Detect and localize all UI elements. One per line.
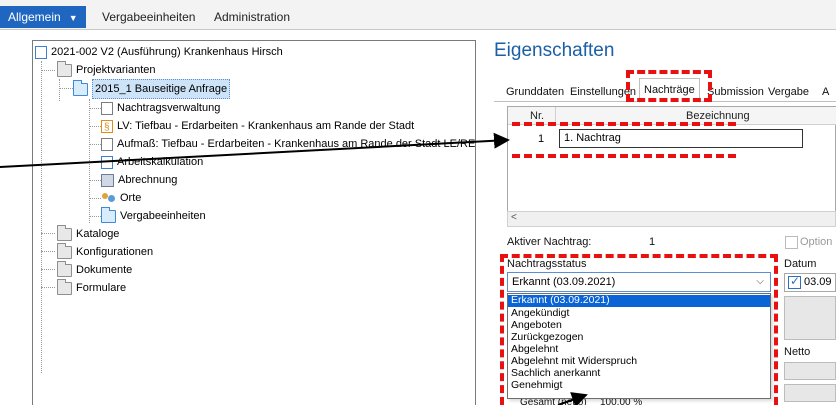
ribbon-tab-administration[interactable]: Administration	[208, 7, 296, 27]
option-checkbox[interactable]	[785, 236, 798, 249]
tree-item-label: Arbeitskalkulation	[117, 156, 204, 169]
tree-connector	[89, 216, 101, 217]
tree-connector	[41, 70, 55, 71]
datum-field[interactable]: 03.09	[784, 273, 836, 292]
tree-connector	[89, 126, 101, 127]
tree-connector	[59, 88, 73, 89]
project-icon	[35, 45, 47, 59]
folder-icon	[57, 278, 72, 295]
tree-connector	[59, 79, 60, 101]
tree-item-label: Abrechnung	[118, 174, 178, 187]
tree-connector	[41, 287, 55, 288]
tree-item-project[interactable]: 2021-002 V2 (Ausführung) Krankenhaus Hir…	[35, 43, 283, 61]
tree-item-label: Projektvarianten	[76, 64, 156, 77]
tab-vergabe[interactable]: Vergabe	[764, 82, 813, 102]
tree-item-projektvarianten[interactable]: Projektvarianten	[57, 60, 156, 79]
billing-icon	[101, 173, 114, 187]
aufmass-icon	[101, 137, 113, 151]
tree-item-label: 2021-002 V2 (Ausführung) Krankenhaus Hir…	[51, 46, 283, 59]
tree-item-aufmass[interactable]: Aufmaß: Tiefbau - Erdarbeiten - Krankenh…	[101, 135, 475, 153]
tree-item-label: Orte	[120, 192, 142, 205]
tree-item-lv[interactable]: LV: Tiefbau - Erdarbeiten - Krankenhaus …	[101, 117, 415, 137]
tree-connector	[41, 233, 55, 234]
aktiver-nachtrag-value: 1	[649, 236, 656, 248]
netto-label: Netto	[784, 346, 811, 358]
tree-connector	[89, 99, 90, 223]
tree-item-formulare[interactable]: Formulare	[57, 278, 127, 297]
annotation-box-nachtrag-row	[512, 122, 736, 158]
folder-icon	[57, 242, 72, 259]
people-icon	[101, 192, 116, 205]
tree-connector	[89, 162, 101, 163]
ribbon-tab-vergabeeinheiten[interactable]: Vergabeeinheiten	[96, 7, 201, 27]
tree-connector	[41, 269, 55, 270]
tree-item-label: 2015_1 Bauseitige Anfrage	[92, 79, 231, 99]
aktiver-nachtrag-label: Aktiver Nachtrag:	[507, 236, 592, 248]
tree-connector	[89, 144, 101, 145]
variant-icon	[73, 79, 88, 96]
tree-item-label: Nachtragsverwaltung	[117, 102, 221, 115]
tree-item-nachtragsverwaltung[interactable]: Nachtragsverwaltung	[101, 99, 220, 117]
datum-label: Datum	[784, 258, 817, 270]
scroll-left-icon[interactable]: <	[511, 212, 517, 223]
tree-item-konfigurationen[interactable]: Konfigurationen	[57, 242, 154, 261]
tree-connector	[41, 251, 55, 252]
datum-checkbox[interactable]	[788, 274, 801, 289]
folder-icon	[57, 260, 72, 277]
netto-field[interactable]	[784, 362, 836, 380]
tree-item-label: Vergabeeinheiten	[120, 210, 206, 223]
tree-item-vergabeeinheiten[interactable]: Vergabeeinheiten	[101, 206, 206, 225]
annotation-box-status-dropdown	[500, 254, 778, 405]
tree-item-label: Dokumente	[76, 264, 133, 277]
document-edit-icon	[101, 101, 113, 115]
tree-connector	[89, 180, 101, 181]
lv-document-icon	[101, 119, 113, 137]
tree-connector	[89, 108, 101, 109]
netto-field[interactable]	[784, 384, 836, 402]
tree-item-dokumente[interactable]: Dokumente	[57, 260, 133, 279]
chevron-down-icon[interactable]: ▼	[69, 7, 78, 29]
calculation-icon	[101, 155, 113, 169]
folder-icon	[57, 60, 72, 77]
tree-item-abrechnung[interactable]: Abrechnung	[101, 171, 177, 189]
project-tree[interactable]: 2021-002 V2 (Ausführung) Krankenhaus Hir…	[32, 40, 476, 405]
tab-grunddaten[interactable]: Grunddaten	[502, 82, 568, 102]
ribbon-tab-label: Allgemein	[8, 10, 61, 24]
ribbon-tab-allgemein[interactable]: Allgemein ▼	[0, 6, 86, 28]
datum-value[interactable]: 03.09	[804, 276, 832, 288]
folder-icon	[101, 206, 116, 223]
tree-connector	[41, 61, 42, 373]
folder-icon	[57, 224, 72, 241]
tree-item-label: Kataloge	[76, 228, 120, 241]
tree-connector	[89, 198, 101, 199]
annotation-box-nachtraege-tab	[626, 70, 712, 102]
tree-item-label: Aufmaß: Tiefbau - Erdarbeiten - Krankenh…	[117, 138, 476, 151]
tab-overflow[interactable]: A	[818, 82, 833, 102]
tree-item-label: Formulare	[76, 282, 127, 295]
tree-item-orte[interactable]: Orte	[101, 189, 141, 207]
tab-submission[interactable]: Submission	[703, 82, 768, 102]
properties-title: Eigenschaften	[494, 40, 615, 61]
tree-item-kataloge[interactable]: Kataloge	[57, 224, 120, 243]
ribbon-bar: Allgemein ▼ Vergabeeinheiten Administrati…	[0, 0, 836, 30]
horizontal-scrollbar[interactable]: <	[507, 211, 836, 227]
tree-item-arbeitskalkulation[interactable]: Arbeitskalkulation	[101, 153, 203, 171]
tree-item-label: Konfigurationen	[76, 246, 154, 259]
option-label: Option	[800, 236, 833, 248]
tree-item-label: LV: Tiefbau - Erdarbeiten - Krankenhaus …	[117, 120, 415, 133]
tree-item-bauseitige-anfrage[interactable]: 2015_1 Bauseitige Anfrage	[73, 79, 231, 99]
side-button[interactable]	[784, 296, 836, 340]
